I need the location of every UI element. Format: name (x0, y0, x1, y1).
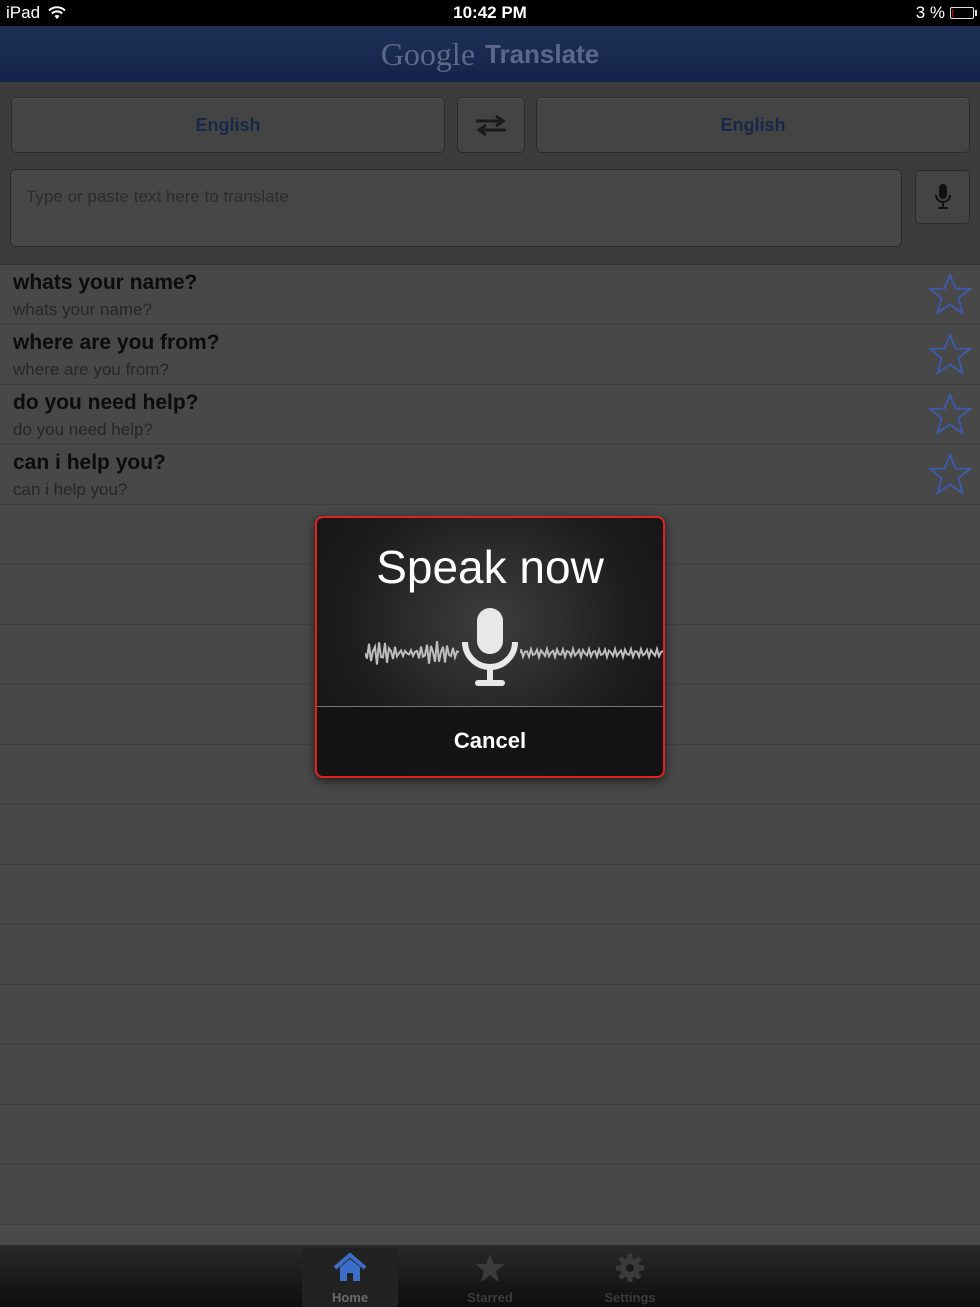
history-translation-text: where are you from? (13, 360, 169, 379)
tab-settings[interactable]: Settings (582, 1248, 678, 1307)
translate-text-box (10, 169, 902, 247)
gear-icon (616, 1254, 644, 1282)
star-outline-icon[interactable] (928, 392, 972, 436)
swap-languages-button[interactable] (457, 97, 525, 153)
history-translation-text: do you need help? (13, 420, 153, 439)
battery-percent: 3 % (915, 3, 945, 22)
dialog-heading: Speak now (376, 541, 604, 593)
source-language-button[interactable]: English (11, 97, 445, 153)
star-outline-icon[interactable] (928, 332, 972, 376)
translate-panel: English English (0, 82, 980, 265)
microphone-icon (934, 184, 951, 209)
empty-row (0, 1045, 980, 1105)
history-source-text: can i help you? (13, 451, 166, 474)
status-time: 10:42 PM (453, 3, 527, 22)
list-item[interactable]: do you need help? do you need help? (0, 385, 980, 445)
star-outline-icon[interactable] (928, 272, 972, 316)
status-bar: iPad 10:42 PM 3 % (0, 0, 980, 26)
empty-row (0, 985, 980, 1045)
list-item[interactable]: can i help you? can i help you? (0, 445, 980, 505)
history-translation-text: can i help you? (13, 480, 128, 499)
home-icon (333, 1253, 367, 1281)
empty-row (0, 925, 980, 985)
history-source-text: where are you from? (13, 331, 220, 354)
status-right: 3 % (915, 3, 977, 23)
swap-arrows-icon (476, 114, 506, 136)
target-language-button[interactable]: English (536, 97, 970, 153)
tab-label: Settings (604, 1290, 656, 1305)
star-outline-icon[interactable] (928, 452, 972, 496)
history-source-text: whats your name? (13, 271, 198, 294)
battery-icon (950, 7, 977, 19)
voice-input-button[interactable] (915, 170, 970, 224)
history-source-text: do you need help? (13, 391, 199, 414)
tab-starred[interactable]: Starred (442, 1248, 538, 1307)
translate-input[interactable] (11, 170, 901, 246)
speak-now-dialog: Speak now Cancel (315, 516, 665, 778)
empty-row (0, 865, 980, 925)
tab-label: Home (331, 1290, 369, 1305)
voice-level-icon (365, 608, 663, 686)
list-item[interactable]: whats your name? whats your name? (0, 265, 980, 325)
tab-home[interactable]: Home (302, 1248, 398, 1307)
tab-label: Starred (467, 1290, 513, 1305)
google-logo: Google (380, 35, 476, 72)
tab-bar: Home Starred Settings (0, 1245, 980, 1307)
star-icon (475, 1254, 505, 1282)
empty-row (0, 1165, 980, 1225)
empty-row (0, 1105, 980, 1165)
cancel-button[interactable]: Cancel (317, 707, 663, 775)
battery-level (952, 9, 953, 17)
history-translation-text: whats your name? (13, 300, 152, 319)
app-title: Translate (485, 38, 600, 69)
app-header: Google Translate (0, 26, 980, 83)
list-item[interactable]: where are you from? where are you from? (0, 325, 980, 385)
empty-row (0, 805, 980, 865)
